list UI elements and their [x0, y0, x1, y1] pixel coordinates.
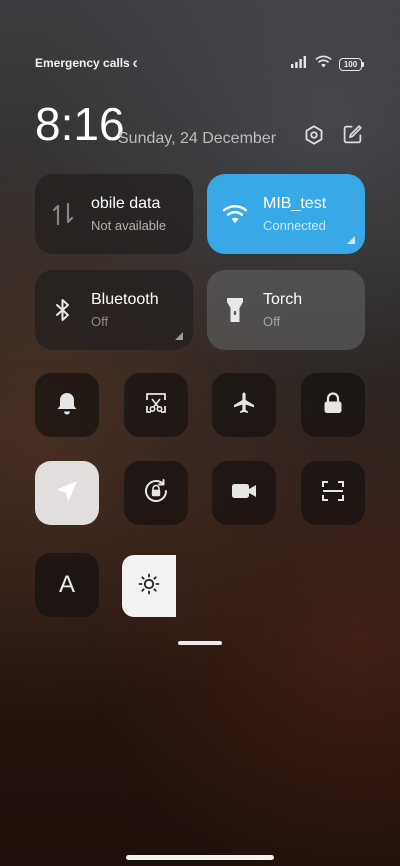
clock-time: 8:16 [35, 98, 125, 150]
bluetooth-tile[interactable]: Bluetooth Off [35, 270, 193, 350]
location-toggle[interactable] [35, 461, 99, 525]
screen-recorder-toggle[interactable] [212, 461, 276, 525]
location-icon [56, 480, 78, 507]
panel-drag-handle[interactable] [178, 641, 222, 645]
sound-toggle[interactable] [35, 373, 99, 437]
mobile-data-status: Not available [91, 218, 167, 233]
wifi-tile[interactable]: MIB_test Connected [207, 174, 365, 254]
scanner-toggle[interactable] [301, 461, 365, 525]
torch-label: Torch [263, 291, 303, 308]
airplane-mode-toggle[interactable] [212, 373, 276, 437]
torch-status: Off [263, 314, 281, 329]
wifi-icon [207, 204, 263, 224]
lock-screen-toggle[interactable] [301, 373, 365, 437]
bluetooth-label: Bluetooth [91, 291, 159, 308]
edit-button[interactable] [340, 125, 364, 149]
date-text: Sunday, 24 December [118, 130, 277, 147]
signal-icon [291, 55, 308, 73]
lock-icon [323, 391, 343, 419]
battery-icon: 100 [339, 57, 364, 71]
status-carrier-text: Emergency calls o [35, 56, 137, 70]
bluetooth-icon [35, 298, 91, 322]
mobile-data-label: obile data [91, 195, 161, 212]
settings-icon [303, 124, 325, 151]
screenshot-toggle[interactable] [124, 373, 188, 437]
scan-icon [321, 480, 345, 507]
bluetooth-expand-indicator[interactable] [175, 332, 183, 340]
flashlight-icon [207, 297, 263, 323]
airplane-icon [232, 391, 256, 420]
wifi-status: Connected [263, 218, 326, 233]
bell-icon [56, 391, 78, 420]
home-indicator[interactable] [126, 855, 274, 860]
settings-button[interactable] [302, 124, 326, 151]
status-icons: 100 [291, 55, 364, 73]
brightness-slider[interactable] [122, 555, 176, 617]
data-arrows-icon [35, 202, 91, 226]
brightness-icon [138, 573, 160, 600]
rotation-lock-toggle[interactable] [124, 461, 188, 525]
rotation-lock-icon [142, 477, 170, 510]
edit-icon [342, 124, 363, 150]
mobile-data-tile[interactable]: obile data Not available [35, 174, 193, 254]
font-icon: A [58, 571, 75, 598]
wifi-expand-indicator[interactable] [347, 236, 355, 244]
screenshot-icon [144, 391, 168, 420]
bluetooth-status: Off [91, 314, 109, 329]
video-icon [231, 482, 257, 505]
torch-tile[interactable]: Torch Off [207, 270, 365, 350]
wifi-icon [315, 55, 332, 73]
font-toggle[interactable]: A [35, 553, 99, 617]
wifi-label: MIB_test [263, 195, 327, 212]
